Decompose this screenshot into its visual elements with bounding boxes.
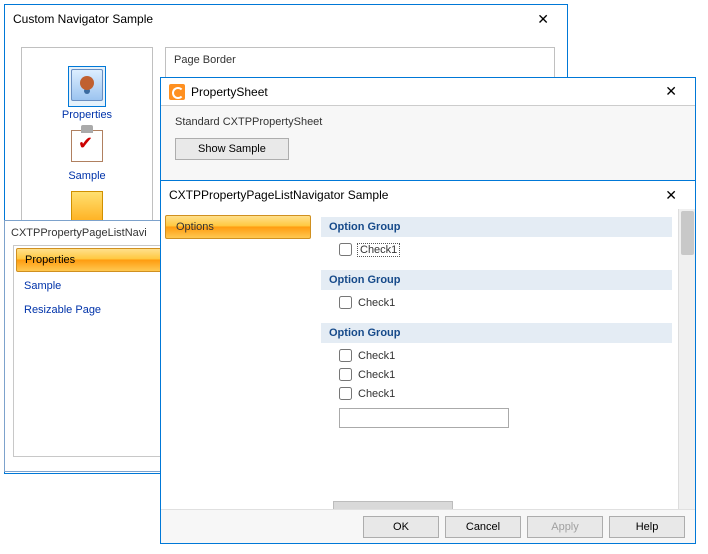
group-header: Option Group [321, 323, 672, 343]
window-title: Custom Navigator Sample [13, 12, 527, 26]
check-label: Check1 [358, 388, 395, 400]
content-area: Option Group Check1 Option Group Check1 … [315, 209, 678, 509]
check-row[interactable]: Check1 [339, 349, 672, 362]
titlebar[interactable]: PropertySheet ✕ [161, 78, 695, 106]
nav-label: Properties [22, 109, 152, 121]
close-icon[interactable]: ✕ [655, 79, 687, 104]
ok-button[interactable]: OK [363, 516, 439, 538]
check-label: Check1 [358, 350, 395, 362]
checkbox[interactable] [339, 368, 352, 381]
option-group: Option Group Check1 Check1 Check1 [321, 323, 672, 428]
titlebar[interactable]: CXTPPropertyPageListNavigator Sample ✕ [161, 181, 695, 209]
checkbox[interactable] [339, 387, 352, 400]
window-title: CXTPPropertyPageListNavigator Sample [169, 188, 655, 202]
text-input[interactable] [339, 408, 509, 428]
nav-item-properties[interactable]: Properties [22, 66, 152, 121]
option-group: Option Group Check1 [321, 270, 672, 309]
checkbox[interactable] [339, 296, 352, 309]
button-row: OK Cancel Apply Help [161, 509, 695, 543]
check-row[interactable]: Check1 [339, 296, 672, 309]
check-row[interactable]: Check1 [339, 387, 672, 400]
sidebar-item-options[interactable]: Options [165, 215, 311, 239]
check-label: Check1 [358, 244, 399, 256]
app-icon [169, 84, 185, 100]
properties-icon [71, 69, 103, 101]
propertysheet-window: PropertySheet ✕ Standard CXTPPropertyShe… [160, 77, 696, 193]
apply-button: Apply [527, 516, 603, 538]
sidebar: Options [161, 209, 315, 509]
partial-element [333, 501, 453, 509]
check-row[interactable]: Check1 [339, 243, 672, 256]
help-button[interactable]: Help [609, 516, 685, 538]
show-sample-button[interactable]: Show Sample [175, 138, 289, 160]
sample-icon [71, 130, 103, 162]
close-icon[interactable]: ✕ [527, 7, 559, 32]
nav-item-sample[interactable]: Sample [22, 127, 152, 182]
window-title: PropertySheet [191, 85, 655, 99]
subtitle: Standard CXTPPropertySheet [175, 116, 681, 128]
checkbox[interactable] [339, 349, 352, 362]
checkbox[interactable] [339, 243, 352, 256]
resizable-icon [71, 191, 103, 223]
option-group: Option Group Check1 [321, 217, 672, 256]
group-header: Option Group [321, 217, 672, 237]
scrollbar[interactable] [678, 209, 695, 509]
nav-label: Sample [22, 170, 152, 182]
check-label: Check1 [358, 297, 395, 309]
check-label: Check1 [358, 369, 395, 381]
group-header: Option Group [321, 270, 672, 290]
close-icon[interactable]: ✕ [655, 183, 687, 208]
check-row[interactable]: Check1 [339, 368, 672, 381]
titlebar[interactable]: Custom Navigator Sample ✕ [5, 5, 567, 33]
list-navigator-sample-window: CXTPPropertyPageListNavigator Sample ✕ O… [160, 180, 696, 544]
cancel-button[interactable]: Cancel [445, 516, 521, 538]
